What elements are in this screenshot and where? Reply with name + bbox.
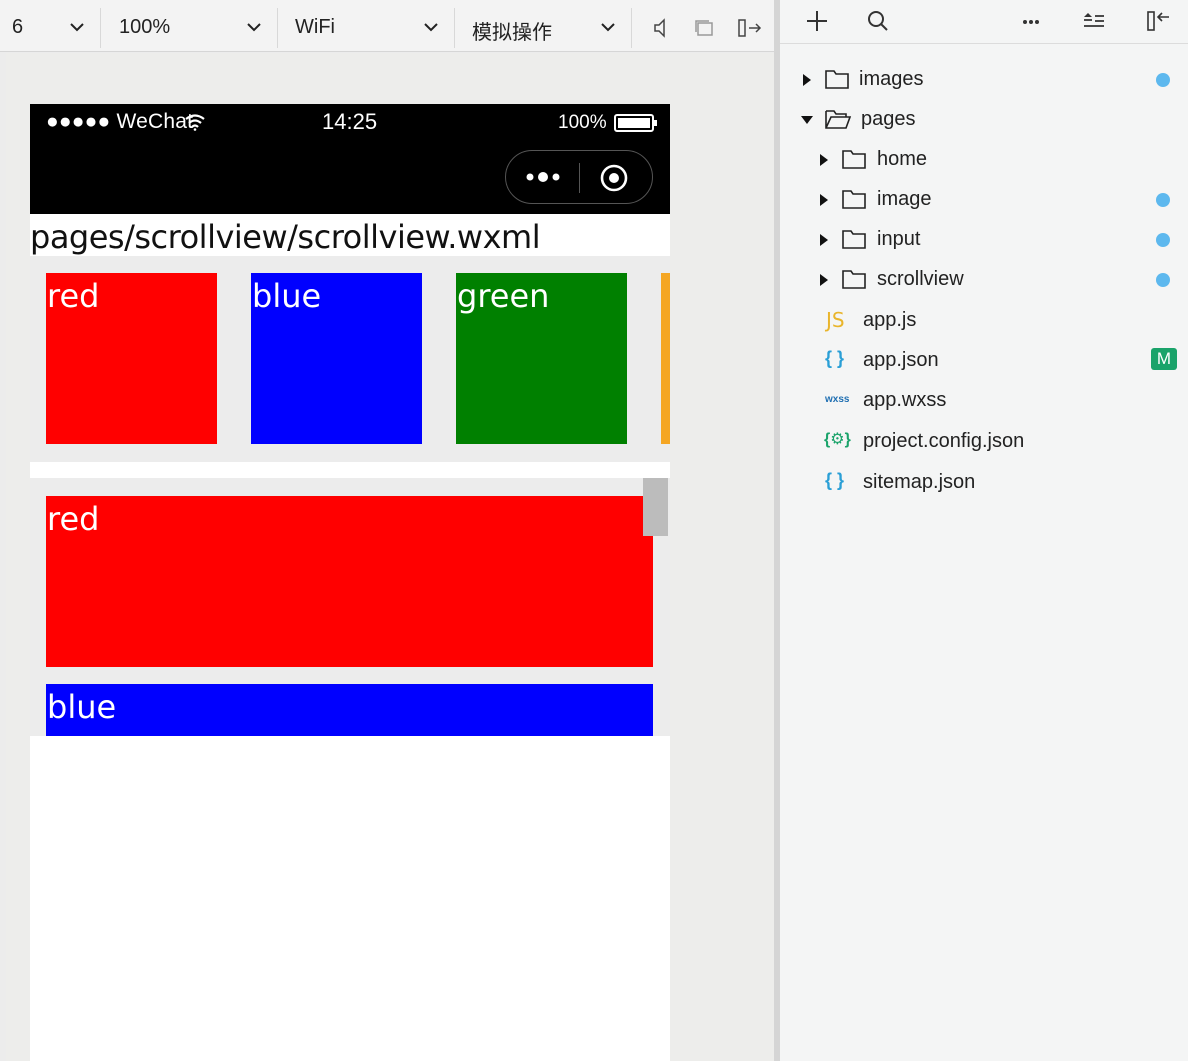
chevron-down-icon xyxy=(247,23,261,32)
battery-percent: 100% xyxy=(558,112,607,133)
detach-panel-icon[interactable] xyxy=(736,16,764,40)
tree-item-label: scrollview xyxy=(877,268,964,290)
clock: 14:25 xyxy=(322,109,378,134)
tree-item-scrollview[interactable]: scrollview xyxy=(780,264,1188,296)
search-icon[interactable] xyxy=(865,8,891,34)
zoom-select-value: 100% xyxy=(119,16,171,38)
h-item-blue: blue xyxy=(251,273,422,444)
tree-item-project-config-json[interactable]: {⚙} project.config.json xyxy=(780,426,1188,458)
window-icon[interactable] xyxy=(692,16,716,40)
config-file-icon: {⚙} xyxy=(824,431,851,448)
tree-item-label: home xyxy=(877,148,928,170)
network-select[interactable]: WiFi xyxy=(278,8,455,48)
status-bar: ●●●●● WeChat 14:25 100% xyxy=(30,104,670,214)
tree-item-input[interactable]: input xyxy=(780,224,1188,256)
v-item-red: red xyxy=(46,496,653,667)
caret-right-icon[interactable] xyxy=(817,233,831,247)
tree-item-sitemap-json[interactable]: { } sitemap.json xyxy=(780,467,1188,499)
chevron-down-icon xyxy=(70,23,84,32)
tree-item-app-wxss[interactable]: wxss app.wxss xyxy=(780,385,1188,417)
h-item-label: green xyxy=(457,277,550,315)
network-select-value: WiFi xyxy=(295,16,335,38)
explorer-toolbar xyxy=(780,0,1188,44)
tree-item-label: input xyxy=(877,228,921,250)
tree-item-label: pages xyxy=(861,108,916,130)
vertical-scroll-view[interactable]: red blue xyxy=(30,478,670,736)
zoom-select[interactable]: 100% xyxy=(101,8,278,48)
folder-icon xyxy=(842,150,866,169)
add-icon[interactable] xyxy=(804,8,830,34)
tree-item-home[interactable]: home xyxy=(780,144,1188,176)
v-item-label: blue xyxy=(47,688,117,726)
caret-right-icon[interactable] xyxy=(817,273,831,287)
phone-screen: ●●●●● WeChat 14:25 100% pages/scrollview… xyxy=(30,104,670,1061)
tree-item-label: app.json xyxy=(863,349,939,371)
capsule-separator xyxy=(579,163,580,193)
tree-item-label: project.config.json xyxy=(863,430,1025,452)
tree-item-label: image xyxy=(877,188,932,210)
json-file-icon: { } xyxy=(825,348,845,368)
folder-open-icon xyxy=(825,110,852,129)
simulator-toolbar: 6 100% WiFi 模拟操作 xyxy=(0,0,776,52)
json-file-icon: { } xyxy=(825,470,845,490)
caret-right-icon[interactable] xyxy=(800,73,814,87)
chevron-down-icon xyxy=(601,23,615,32)
more-options-icon[interactable] xyxy=(1018,8,1044,34)
folder-icon xyxy=(842,270,866,289)
tree-item-label: sitemap.json xyxy=(863,471,976,493)
page-path-text: pages/scrollview/scrollview.wxml xyxy=(30,218,541,256)
wifi-icon xyxy=(185,114,205,131)
file-explorer: images pages home image input scrollview… xyxy=(780,0,1188,1061)
tree-item-image[interactable]: image xyxy=(780,184,1188,216)
status-dot xyxy=(1156,273,1170,287)
tree-item-app-json[interactable]: { } app.json M xyxy=(780,345,1188,377)
h-item-label: blue xyxy=(252,277,322,315)
carrier-label: ●●●●● WeChat xyxy=(46,110,194,133)
more-dots-icon[interactable] xyxy=(524,167,562,187)
h-item-orange-partial xyxy=(661,273,670,444)
folder-icon xyxy=(842,230,866,249)
h-item-red: red xyxy=(46,273,217,444)
tree-item-pages[interactable]: pages xyxy=(780,104,1188,136)
h-item-label: red xyxy=(47,277,100,315)
menu-capsule xyxy=(505,150,653,204)
js-file-icon: JS xyxy=(826,308,845,332)
tree-item-label: app.wxss xyxy=(863,389,947,411)
device-select-value: 6 xyxy=(12,16,24,38)
collapse-all-icon[interactable] xyxy=(1081,8,1107,34)
simulate-action-select-value: 模拟操作 xyxy=(472,22,552,44)
v-item-label: red xyxy=(47,500,100,538)
close-target-icon[interactable] xyxy=(599,163,629,193)
tree-item-images[interactable]: images xyxy=(780,64,1188,96)
mute-icon[interactable] xyxy=(650,16,674,40)
status-dot xyxy=(1156,233,1170,247)
caret-right-icon[interactable] xyxy=(817,193,831,207)
tree-item-label: app.js xyxy=(863,309,917,331)
v-item-blue: blue xyxy=(46,684,653,736)
device-select[interactable]: 6 xyxy=(0,8,101,48)
folder-icon xyxy=(842,190,866,209)
status-dot xyxy=(1156,193,1170,207)
h-item-green: green xyxy=(456,273,627,444)
scrollbar-thumb[interactable] xyxy=(643,478,668,536)
tree-item-app-js[interactable]: JS app.js xyxy=(780,305,1188,337)
modified-badge: M xyxy=(1151,348,1177,370)
status-dot xyxy=(1156,73,1170,87)
horizontal-scroll-view[interactable]: red blue green xyxy=(30,256,670,462)
wxss-file-icon: wxss xyxy=(825,394,850,405)
caret-right-icon[interactable] xyxy=(817,153,831,167)
simulate-action-select[interactable]: 模拟操作 xyxy=(455,8,632,48)
chevron-down-icon xyxy=(424,23,438,32)
dock-panel-icon[interactable] xyxy=(1145,8,1171,34)
caret-down-icon[interactable] xyxy=(800,113,814,127)
battery-icon xyxy=(614,114,657,132)
folder-icon xyxy=(825,70,849,89)
tree-item-label: images xyxy=(859,68,924,90)
